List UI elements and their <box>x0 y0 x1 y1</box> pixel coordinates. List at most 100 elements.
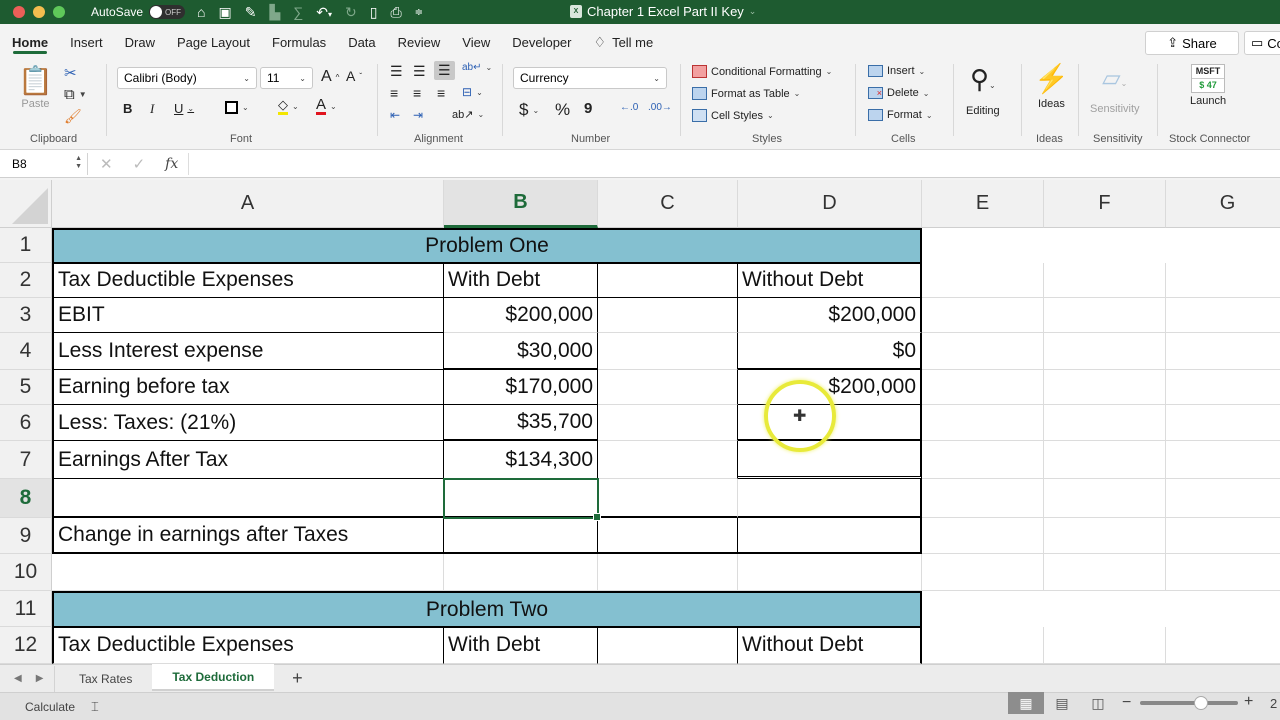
cell-g7[interactable] <box>1166 441 1280 479</box>
sheet-tab-tax-deduction[interactable]: Tax Deduction <box>152 664 275 691</box>
row-header-2[interactable]: 2 <box>0 263 52 298</box>
cell-b6[interactable]: $35,700 <box>444 405 598 441</box>
cell-a5[interactable]: Earning before tax <box>52 370 444 405</box>
align-bottom-button[interactable]: ☰ <box>434 61 455 80</box>
align-center-button[interactable]: ≡ <box>413 85 421 101</box>
cell-e10[interactable] <box>922 554 1044 591</box>
cell-f4[interactable] <box>1044 333 1166 370</box>
delete-cells-button[interactable]: × Delete ⌄ <box>868 87 930 99</box>
format-painter-button[interactable]: 🖌 <box>64 108 82 125</box>
cell-f3[interactable] <box>1044 298 1166 333</box>
column-header-d[interactable]: D <box>738 180 922 228</box>
comma-button[interactable]: 9 <box>584 100 592 117</box>
cell-f7[interactable] <box>1044 441 1166 479</box>
cell-d2[interactable]: Without Debt <box>738 263 922 298</box>
save-icon[interactable]: ▣ <box>219 4 232 21</box>
row-header-6[interactable]: 6 <box>0 405 52 441</box>
cell-d3[interactable]: $200,000 <box>738 298 922 333</box>
cell-b12[interactable]: With Debt <box>444 627 598 664</box>
cell-g4[interactable] <box>1166 333 1280 370</box>
cell-e12[interactable] <box>922 627 1044 664</box>
customize-icon[interactable]: ≑ <box>415 7 423 18</box>
name-box[interactable]: B8 ▲ ▼ <box>2 152 88 175</box>
font-size-select[interactable]: 11 ⌄ <box>260 67 313 89</box>
row-header-5[interactable]: 5 <box>0 370 52 405</box>
chevron-down-icon[interactable]: ⌄ <box>749 6 757 17</box>
paste-button[interactable]: 📋 Paste <box>18 66 53 111</box>
align-right-button[interactable]: ≡ <box>437 85 445 101</box>
cell-g12[interactable] <box>1166 627 1280 664</box>
cell-e3[interactable] <box>922 298 1044 333</box>
format-painter-icon[interactable]: ▙ <box>269 4 280 21</box>
decrease-indent-button[interactable]: ⇤ <box>390 108 400 122</box>
redo-icon[interactable]: ↻ <box>345 4 357 21</box>
conditional-formatting-button[interactable]: Conditional Formatting ⌄ <box>692 65 832 78</box>
italic-button[interactable]: I <box>150 101 154 117</box>
cell-g10[interactable] <box>1166 554 1280 591</box>
cell-a8[interactable] <box>52 479 444 518</box>
problem-one-banner[interactable]: Problem One <box>52 228 922 264</box>
cell-a9[interactable]: Change in earnings after Taxes <box>52 518 444 554</box>
column-header-c[interactable]: C <box>598 180 738 228</box>
row-header-7[interactable]: 7 <box>0 441 52 479</box>
cell-a3[interactable]: EBIT <box>52 298 444 333</box>
spreadsheet-grid[interactable]: A B C D E F G 1 2 3 4 5 6 7 8 9 10 11 12 Tax Deductible Exp… <box>0 180 1280 664</box>
autosave-toggle[interactable]: OFF <box>149 5 186 19</box>
row-header-1[interactable]: 1 <box>0 228 52 263</box>
cell-f12[interactable] <box>1044 627 1166 664</box>
cancel-icon[interactable]: ✕ <box>100 155 113 173</box>
bold-button[interactable]: B <box>123 101 132 116</box>
font-color-button[interactable]: A ⌄ <box>316 97 337 115</box>
page-layout-view-button[interactable]: ▤ <box>1044 692 1080 714</box>
cell-e2[interactable] <box>922 263 1044 298</box>
cell-e4[interactable] <box>922 333 1044 370</box>
tab-data[interactable]: Data <box>337 28 386 56</box>
tab-view[interactable]: View <box>451 28 501 56</box>
column-header-e[interactable]: E <box>922 180 1044 228</box>
wrap-text-button[interactable]: ab↵ ⌄ <box>462 62 492 73</box>
orientation-button[interactable]: ab↗ ⌄ <box>452 108 484 121</box>
zoom-slider[interactable] <box>1140 696 1238 710</box>
cell-d12[interactable]: Without Debt <box>738 627 922 664</box>
cell-styles-button[interactable]: Cell Styles ⌄ <box>692 109 774 122</box>
cell-c6[interactable] <box>598 405 738 441</box>
row-header-3[interactable]: 3 <box>0 298 52 333</box>
next-sheet-icon[interactable]: ▶ <box>36 673 44 684</box>
cut-button[interactable]: ✂ <box>64 64 77 82</box>
editing-button[interactable]: ⚲⌄ Editing <box>966 64 1000 117</box>
align-left-button[interactable]: ≡ <box>390 85 398 101</box>
row-header-12[interactable]: 12 <box>0 627 52 664</box>
zoom-in-button[interactable]: + <box>1244 693 1253 711</box>
cell-a10[interactable] <box>52 554 444 591</box>
tab-insert[interactable]: Insert <box>59 28 114 56</box>
cell-e8[interactable] <box>922 479 1044 518</box>
cell-e9[interactable] <box>922 518 1044 554</box>
zoom-slider-thumb[interactable] <box>1193 696 1208 710</box>
select-all-button[interactable] <box>0 180 52 228</box>
cell-c8[interactable] <box>598 479 738 518</box>
cell-f9[interactable] <box>1044 518 1166 554</box>
cell-a7[interactable]: Earnings After Tax <box>52 441 444 479</box>
align-middle-button[interactable]: ☰ <box>413 63 426 80</box>
cell-g6[interactable] <box>1166 405 1280 441</box>
add-sheet-button[interactable]: + <box>292 668 303 689</box>
ideas-button[interactable]: ⚡ Ideas <box>1034 64 1069 111</box>
name-box-spinner-icon[interactable]: ▲ ▼ <box>75 155 82 171</box>
cell-c3[interactable] <box>598 298 738 333</box>
cell-a6[interactable]: Less: Taxes: (21%) <box>52 405 444 441</box>
decrease-decimal-button[interactable]: .00→ <box>648 102 672 113</box>
cell-e7[interactable] <box>922 441 1044 479</box>
cell-c4[interactable] <box>598 333 738 370</box>
column-header-f[interactable]: F <box>1044 180 1166 228</box>
align-top-button[interactable]: ☰ <box>390 63 403 80</box>
cell-g9[interactable] <box>1166 518 1280 554</box>
tell-me-search[interactable]: ♢ Tell me <box>583 28 665 56</box>
borders-button[interactable]: ⌄ <box>225 101 249 114</box>
minimize-window-button[interactable] <box>33 6 45 18</box>
format-as-table-button[interactable]: Format as Table ⌄ <box>692 87 800 100</box>
cell-f5[interactable] <box>1044 370 1166 405</box>
formula-input[interactable] <box>188 152 1280 175</box>
sheet-tab-tax-rates[interactable]: Tax Rates <box>59 666 152 692</box>
cell-c7[interactable] <box>598 441 738 479</box>
cell-b8[interactable] <box>444 479 598 518</box>
